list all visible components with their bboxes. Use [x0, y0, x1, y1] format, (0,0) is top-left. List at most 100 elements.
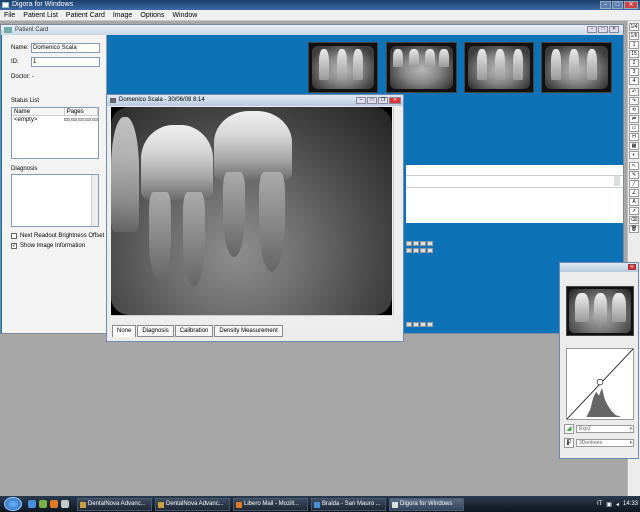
measure-icon[interactable]: ▭	[629, 124, 639, 132]
menu-file[interactable]: File	[4, 10, 15, 20]
network-icon[interactable]: ▣	[606, 501, 612, 508]
readout-offset-box[interactable]	[11, 233, 17, 239]
id-field[interactable]: 1	[31, 57, 100, 67]
zoom-15-button[interactable]: 15	[629, 50, 639, 58]
img-minimize-button[interactable]: –	[356, 97, 366, 104]
maximize-button[interactable]: □	[612, 1, 623, 9]
menu-patient-card[interactable]: Patient Card	[66, 10, 105, 20]
filter-select[interactable]: 3Dentrees	[576, 439, 634, 447]
task-label: DentalNova Advanc...	[166, 500, 224, 507]
zoom-4-button[interactable]: 4	[629, 77, 639, 85]
pc-maximize-button[interactable]: □	[598, 26, 608, 33]
trash-icon[interactable]: 🗑	[629, 225, 639, 233]
tab-diagnosis[interactable]: Diagnosis	[137, 325, 174, 337]
pointer-icon[interactable]: ↖	[629, 162, 639, 170]
img-maximize-button[interactable]: □	[367, 97, 377, 104]
page-buttons-upper-2[interactable]	[406, 248, 433, 253]
page-buttons-lower[interactable]	[406, 322, 433, 327]
clock[interactable]: 14:33	[623, 501, 638, 507]
status-col-pages[interactable]: Pages	[65, 108, 98, 115]
histogram-icon[interactable]: H	[629, 133, 639, 141]
desktop-icon[interactable]	[39, 500, 47, 508]
undo-icon[interactable]: ↶	[629, 88, 639, 96]
eraser-icon[interactable]: ⌫	[629, 216, 639, 224]
tooth-crown-2	[214, 111, 292, 181]
img-restore-button[interactable]: ❐	[378, 97, 388, 104]
redo-icon[interactable]: ↷	[629, 97, 639, 105]
image-vertical-scrollbar[interactable]	[393, 107, 401, 315]
flip-icon[interactable]: ⇄	[629, 115, 639, 123]
image-horizontal-scrollbar[interactable]	[111, 315, 392, 323]
status-col-name[interactable]: Name	[12, 108, 65, 115]
image-window-icon	[110, 98, 116, 103]
zoom-1-4-button[interactable]: 1/4	[629, 23, 639, 31]
readout-offset-checkbox[interactable]: Next Readout Brightness Offset	[11, 233, 104, 239]
task-dentalnova-2[interactable]: DentalNova Advanc...	[155, 497, 230, 511]
negative-icon[interactable]: ◐	[629, 151, 639, 159]
histogram-graph[interactable]	[566, 348, 634, 420]
thumbnail-1[interactable]	[308, 42, 378, 93]
thumbnail-3[interactable]	[464, 42, 534, 93]
text-icon[interactable]: A	[629, 198, 639, 206]
pen-icon[interactable]: ✎	[629, 171, 639, 179]
task-braida[interactable]: Braida - San Mauro ...	[311, 497, 386, 511]
minimize-button[interactable]: –	[600, 1, 611, 9]
histogram-distribution	[586, 387, 622, 417]
menu-patient-list[interactable]: Patient List	[23, 10, 58, 20]
angle-icon[interactable]: ∠	[629, 189, 639, 197]
img-close-button[interactable]: ✕	[389, 97, 401, 104]
menu-image[interactable]: Image	[113, 10, 132, 20]
zoom-3-button[interactable]: 3	[629, 68, 639, 76]
diagnosis-textarea[interactable]	[11, 174, 99, 227]
task-label: Digora for Windows	[400, 500, 453, 507]
filter-select-row: F 3Dentrees	[564, 438, 634, 448]
show-info-checkbox[interactable]: ✓ Show Image Information	[11, 243, 85, 249]
status-list[interactable]: Name Pages <empty>	[11, 107, 99, 159]
language-indicator[interactable]: IT	[597, 501, 602, 507]
patient-card-title: Patient Card	[15, 27, 49, 33]
zoom-1-button[interactable]: 1	[629, 41, 639, 49]
pages-indicator	[62, 118, 98, 124]
line-icon[interactable]: ╱	[629, 180, 639, 188]
pc-close-button[interactable]: ✕	[609, 26, 619, 33]
curve-select[interactable]: Exp1	[576, 425, 634, 433]
ie-icon[interactable]	[28, 500, 36, 508]
thumbnail-2[interactable]	[386, 42, 457, 93]
taskbar: DentalNova Advanc... DentalNova Advanc..…	[0, 496, 640, 512]
diagnosis-scrollbar[interactable]	[91, 175, 98, 226]
menu-window[interactable]: Window	[172, 10, 197, 20]
thumbnail-4[interactable]	[541, 42, 612, 93]
task-digora[interactable]: Digora for Windows	[389, 497, 464, 511]
page-buttons-upper[interactable]	[406, 241, 433, 246]
menu-options[interactable]: Options	[140, 10, 164, 20]
explorer-icon[interactable]	[61, 500, 69, 508]
task-dentalnova-1[interactable]: DentalNova Advanc...	[77, 497, 152, 511]
show-info-box[interactable]: ✓	[11, 243, 17, 249]
tooth-root-1a	[149, 192, 171, 282]
close-button[interactable]: ✕	[624, 1, 638, 9]
task-libero-mail[interactable]: Libero Mail - Mozill...	[233, 497, 308, 511]
tab-none[interactable]: None	[112, 325, 137, 337]
histogram-close-button[interactable]: ✕	[628, 264, 636, 270]
curve-icon: ◢	[564, 424, 574, 434]
name-field[interactable]: Domenico Scala	[31, 43, 100, 53]
app-title: Digora for Windows	[12, 1, 74, 8]
tab-density-measurement[interactable]: Density Measurement	[214, 325, 283, 337]
curve-select-row: ◢ Exp1	[564, 424, 634, 434]
rotate-icon[interactable]: ⟲	[629, 106, 639, 114]
tab-calibration[interactable]: Calibration	[174, 325, 214, 337]
task-label: Braida - San Mauro ...	[322, 500, 381, 507]
zoom-2-button[interactable]: 2	[629, 59, 639, 67]
xray-image[interactable]	[111, 107, 392, 315]
volume-icon[interactable]: ◂	[616, 501, 619, 508]
start-button[interactable]	[4, 497, 22, 511]
tooth-left-edge	[111, 117, 139, 232]
list-item[interactable]: <empty>	[12, 116, 98, 124]
details-scroll[interactable]	[614, 176, 620, 186]
pc-minimize-button[interactable]: –	[587, 26, 597, 33]
filter-icon[interactable]: ▦	[629, 142, 639, 150]
arrow-icon[interactable]: ➚	[629, 207, 639, 215]
firefox-icon[interactable]	[50, 500, 58, 508]
doctor-value: -	[32, 74, 34, 80]
zoom-1-6-button[interactable]: 1/6	[629, 32, 639, 40]
